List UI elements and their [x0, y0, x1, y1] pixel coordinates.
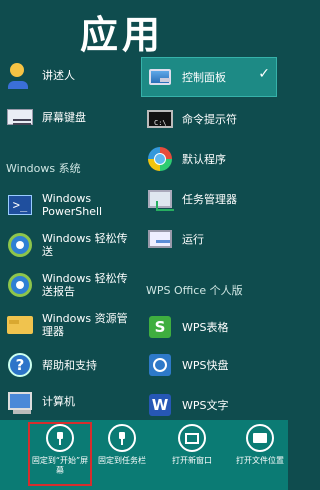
- app-tile-task-manager[interactable]: 任务管理器: [142, 180, 276, 218]
- app-tile-control-panel[interactable]: 控制面板 ✓: [141, 57, 277, 97]
- app-tile-easy-transfer[interactable]: Windows 轻松传送: [2, 226, 136, 264]
- app-tile-easy-transfer-report[interactable]: Windows 轻松传送报告: [2, 266, 136, 304]
- open-file-location-button[interactable]: 打开文件位置: [230, 424, 290, 484]
- app-label: Windows 轻松传送报告: [42, 272, 128, 298]
- app-label: 计算机: [42, 394, 75, 408]
- task-manager-icon: [146, 185, 174, 213]
- pin-taskbar-icon: [108, 424, 136, 452]
- computer-icon: [6, 387, 34, 415]
- open-new-window-button[interactable]: 打开新窗口: [162, 424, 222, 484]
- app-label: 任务管理器: [182, 192, 237, 206]
- help-icon: ?: [6, 351, 34, 379]
- app-label: Windows 轻松传送: [42, 232, 128, 258]
- pin-to-taskbar-button[interactable]: 固定到任务栏: [92, 424, 152, 484]
- app-tile-windows-explorer[interactable]: Windows 资源管理器: [2, 306, 136, 344]
- app-tile-wps-kuaipan[interactable]: WPS快盘: [142, 346, 276, 384]
- app-bar: 固定到“开始”屏幕 固定到任务栏 打开新窗口 打开文件位置: [0, 420, 288, 490]
- app-tile-on-screen-keyboard[interactable]: 屏幕键盘: [2, 98, 136, 136]
- explorer-folder-icon: [6, 311, 34, 339]
- checkmark-icon: ✓: [258, 66, 270, 82]
- app-tile-help-and-support[interactable]: ? 帮助和支持: [2, 346, 136, 384]
- narrator-icon: [6, 61, 34, 89]
- new-window-icon: [178, 424, 206, 452]
- easy-transfer-icon: [6, 231, 34, 259]
- open-folder-icon: [246, 424, 274, 452]
- pin-icon: [46, 424, 74, 452]
- powershell-icon: >_: [6, 191, 34, 219]
- app-tile-default-programs[interactable]: 默认程序: [142, 140, 276, 178]
- app-label: 屏幕键盘: [42, 110, 86, 124]
- wps-writer-icon: W: [146, 391, 174, 419]
- control-panel-icon: [146, 63, 174, 91]
- button-label: 打开新窗口: [172, 456, 212, 465]
- app-tile-powershell[interactable]: >_ Windows PowerShell: [2, 186, 136, 224]
- app-tile-wps-spreadsheet[interactable]: S WPS表格: [142, 308, 276, 346]
- app-tile-command-prompt[interactable]: 命令提示符: [142, 100, 276, 138]
- app-tile-wps-writer[interactable]: W WPS文字: [142, 386, 276, 424]
- app-label: Windows PowerShell: [42, 192, 103, 218]
- wps-spreadsheet-icon: S: [146, 313, 174, 341]
- page-title: 应用: [80, 13, 165, 57]
- app-label: 讲述人: [42, 68, 75, 82]
- group-header-windows: Windows 系统: [6, 162, 81, 175]
- app-label: Windows 资源管理器: [42, 312, 128, 338]
- app-label: WPS文字: [182, 398, 229, 412]
- app-tile-narrator[interactable]: 讲述人: [2, 56, 136, 94]
- app-label: 控制面板: [182, 70, 226, 84]
- button-label: 固定到任务栏: [98, 456, 146, 465]
- app-label: WPS快盘: [182, 358, 229, 372]
- command-prompt-icon: [146, 105, 174, 133]
- app-label: 命令提示符: [182, 112, 237, 126]
- app-label: 帮助和支持: [42, 358, 97, 372]
- app-label: 运行: [182, 232, 204, 246]
- pin-to-start-button[interactable]: 固定到“开始”屏幕: [28, 422, 92, 486]
- run-icon: [146, 225, 174, 253]
- wps-kuaipan-icon: [146, 351, 174, 379]
- group-header-wps: WPS Office 个人版: [146, 284, 243, 297]
- app-label: WPS表格: [182, 320, 229, 334]
- on-screen-keyboard-icon: [6, 103, 34, 131]
- app-tile-run[interactable]: 运行: [142, 220, 276, 258]
- button-label: 打开文件位置: [236, 456, 284, 465]
- app-label: 默认程序: [182, 152, 226, 166]
- button-label: 固定到“开始”屏幕: [31, 456, 89, 475]
- app-tile-computer[interactable]: 计算机: [2, 382, 136, 420]
- easy-transfer-report-icon: [6, 271, 34, 299]
- default-programs-icon: [146, 145, 174, 173]
